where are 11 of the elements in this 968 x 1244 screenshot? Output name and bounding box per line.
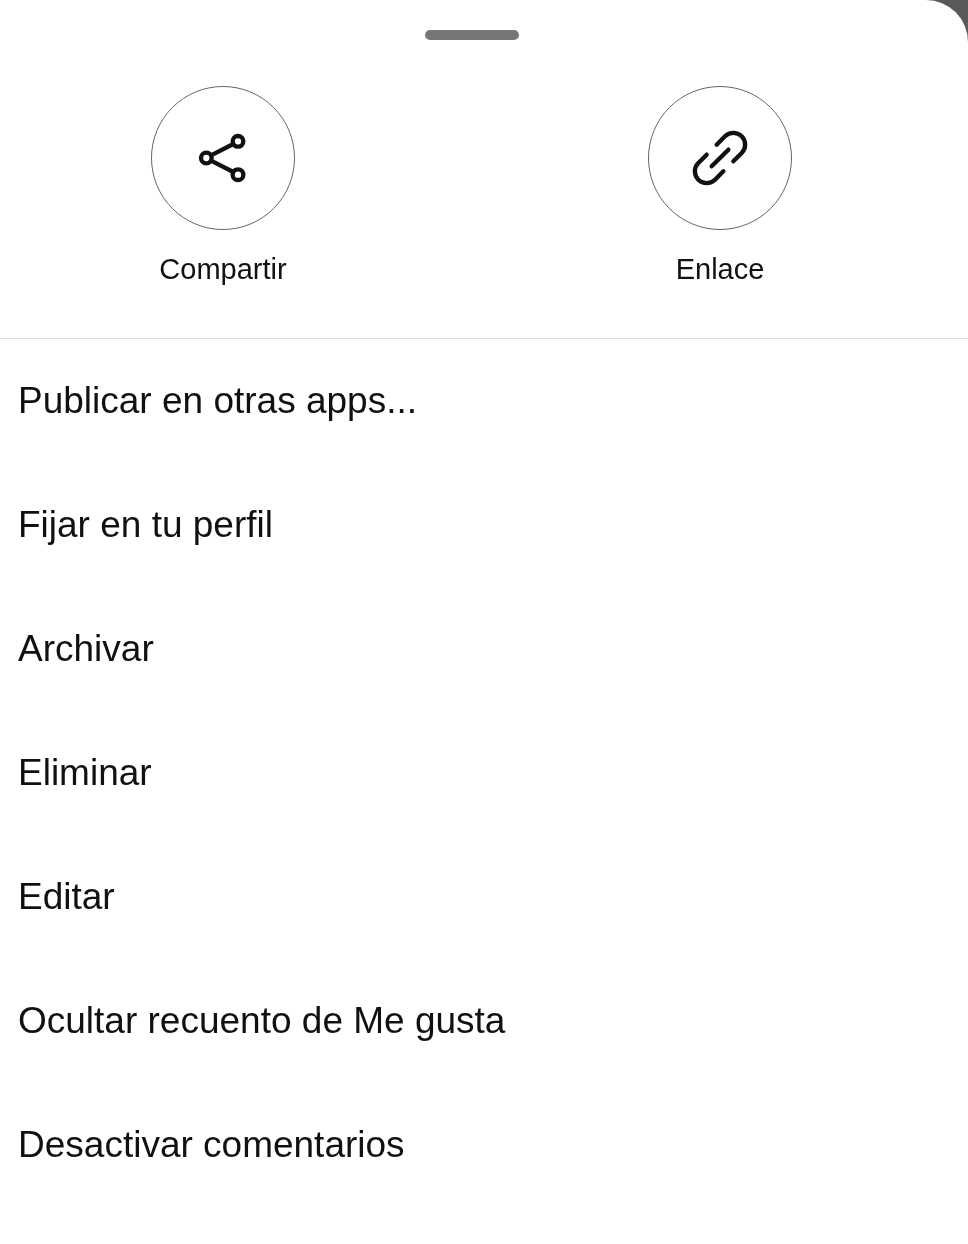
drag-handle[interactable]	[425, 30, 519, 40]
menu-item[interactable]: Archivar	[18, 627, 154, 671]
action-label: Enlace	[675, 252, 765, 286]
menu-item[interactable]: Ocultar recuento de Me gusta	[18, 999, 506, 1043]
menu-item[interactable]: Publicar en otras apps...	[18, 379, 417, 423]
link-icon	[690, 128, 750, 188]
menu-item[interactable]: Fijar en tu perfil	[18, 503, 273, 547]
action-label: Compartir	[159, 252, 287, 286]
menu-item[interactable]: Eliminar	[18, 751, 152, 795]
menu-item[interactable]: Editar	[18, 875, 115, 919]
menu-item[interactable]: Desactivar comentarios	[18, 1123, 405, 1167]
